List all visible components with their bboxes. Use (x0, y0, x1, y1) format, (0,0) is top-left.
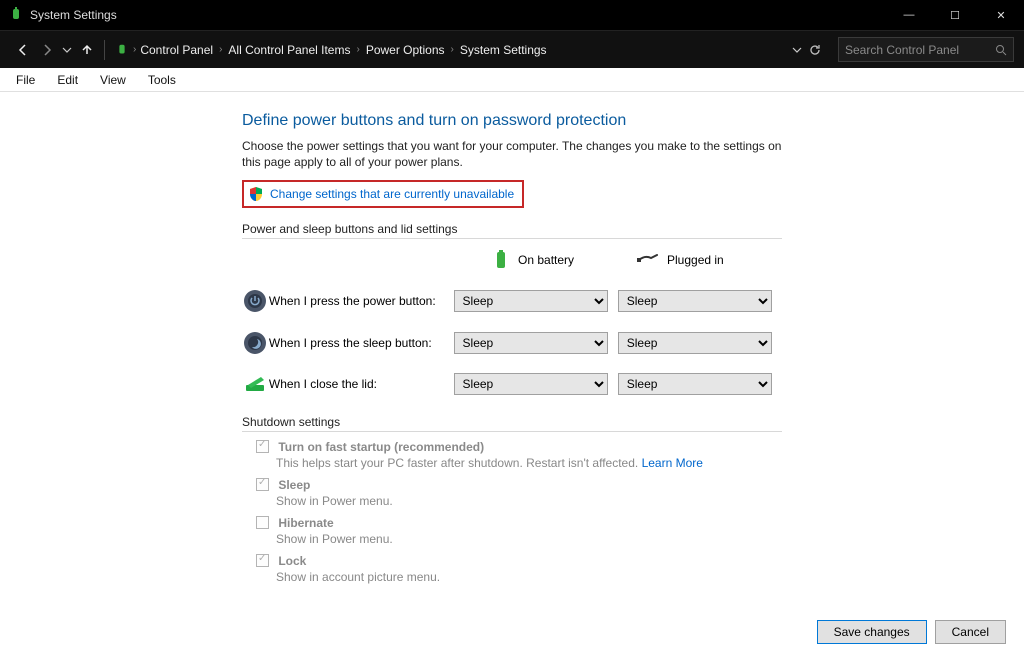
search-placeholder: Search Control Panel (845, 43, 995, 57)
on-battery-label: On battery (518, 253, 574, 267)
sleep-button-icon (242, 331, 269, 355)
hibernate-item: Hibernate Show in Power menu. (256, 514, 782, 546)
crumb-control-panel[interactable]: Control Panel (140, 43, 213, 57)
lock-checkbox (256, 554, 269, 567)
section-power-sleep-title: Power and sleep buttons and lid settings (242, 222, 782, 239)
search-icon (995, 44, 1007, 56)
chevron-right-icon: › (451, 44, 454, 55)
power-button-battery-select[interactable]: Sleep (454, 290, 608, 312)
address-dropdown[interactable] (786, 39, 808, 61)
chevron-right-icon: › (219, 44, 222, 55)
recent-locations-dropdown[interactable] (60, 39, 74, 61)
close-lid-label: When I close the lid: (269, 377, 454, 391)
footer-buttons: Save changes Cancel (817, 620, 1006, 644)
crumb-all-items[interactable]: All Control Panel Items (228, 43, 350, 57)
power-button-plugged-select[interactable]: Sleep (618, 290, 772, 312)
menu-edit[interactable]: Edit (49, 71, 86, 89)
crumb-power-options[interactable]: Power Options (366, 43, 445, 57)
cancel-button[interactable]: Cancel (935, 620, 1006, 644)
plug-icon (637, 253, 659, 267)
forward-button[interactable] (36, 39, 58, 61)
fast-startup-label: Turn on fast startup (recommended) (278, 440, 484, 454)
maximize-button[interactable]: ☐ (932, 0, 978, 30)
lock-desc: Show in account picture menu. (276, 570, 782, 584)
save-button[interactable]: Save changes (817, 620, 927, 644)
minimize-button[interactable]: — (886, 0, 932, 30)
address-bar: › Control Panel › All Control Panel Item… (0, 30, 1024, 68)
hibernate-label: Hibernate (278, 516, 333, 530)
learn-more-link[interactable]: Learn More (642, 456, 703, 470)
back-button[interactable] (12, 39, 34, 61)
sleep-label: Sleep (278, 478, 310, 492)
lock-label: Lock (278, 554, 306, 568)
page-title: Define power buttons and turn on passwor… (242, 112, 782, 130)
sleep-button-label: When I press the sleep button: (269, 336, 454, 350)
breadcrumb: Control Panel › All Control Panel Items … (140, 43, 546, 57)
column-headers: On battery Plugged in (442, 249, 782, 271)
change-settings-link[interactable]: Change settings that are currently unava… (270, 187, 514, 201)
fast-startup-item: Turn on fast startup (recommended) This … (256, 438, 782, 470)
sleep-item: Sleep Show in Power menu. (256, 476, 782, 508)
sleep-button-plugged-select[interactable]: Sleep (618, 332, 772, 354)
close-button[interactable]: ✕ (978, 0, 1024, 30)
search-input[interactable]: Search Control Panel (838, 37, 1014, 62)
sleep-desc: Show in Power menu. (276, 494, 782, 508)
hibernate-desc: Show in Power menu. (276, 532, 782, 546)
content-area: Define power buttons and turn on passwor… (0, 92, 1024, 662)
refresh-button[interactable] (808, 43, 838, 57)
titlebar: System Settings — ☐ ✕ (0, 0, 1024, 30)
sleep-checkbox (256, 478, 269, 491)
row-power-button: When I press the power button: Sleep Sle… (242, 289, 782, 313)
menu-tools[interactable]: Tools (140, 71, 184, 89)
battery-icon (492, 249, 510, 271)
close-lid-battery-select[interactable]: Sleep (454, 373, 608, 395)
lid-icon (242, 374, 269, 394)
page-description: Choose the power settings that you want … (242, 138, 782, 170)
power-button-icon (242, 289, 269, 313)
menubar: File Edit View Tools (0, 68, 1024, 92)
menu-file[interactable]: File (8, 71, 43, 89)
change-settings-highlight: Change settings that are currently unava… (242, 180, 524, 208)
sleep-button-battery-select[interactable]: Sleep (454, 332, 608, 354)
app-icon (8, 7, 24, 23)
crumb-system-settings[interactable]: System Settings (460, 43, 547, 57)
up-button[interactable] (76, 39, 98, 61)
lock-item: Lock Show in account picture menu. (256, 552, 782, 584)
row-sleep-button: When I press the sleep button: Sleep Sle… (242, 331, 782, 355)
section-shutdown-title: Shutdown settings (242, 415, 782, 432)
chevron-right-icon: › (356, 44, 359, 55)
shield-icon (248, 186, 264, 202)
chevron-right-icon: › (133, 44, 136, 55)
plugged-in-label: Plugged in (667, 253, 724, 267)
location-icon (111, 39, 133, 61)
row-close-lid: When I close the lid: Sleep Sleep (242, 373, 782, 395)
power-button-label: When I press the power button: (269, 294, 454, 308)
fast-startup-checkbox (256, 440, 269, 453)
window-title: System Settings (30, 8, 117, 22)
fast-startup-desc: This helps start your PC faster after sh… (276, 456, 642, 470)
menu-view[interactable]: View (92, 71, 134, 89)
close-lid-plugged-select[interactable]: Sleep (618, 373, 772, 395)
hibernate-checkbox (256, 516, 269, 529)
